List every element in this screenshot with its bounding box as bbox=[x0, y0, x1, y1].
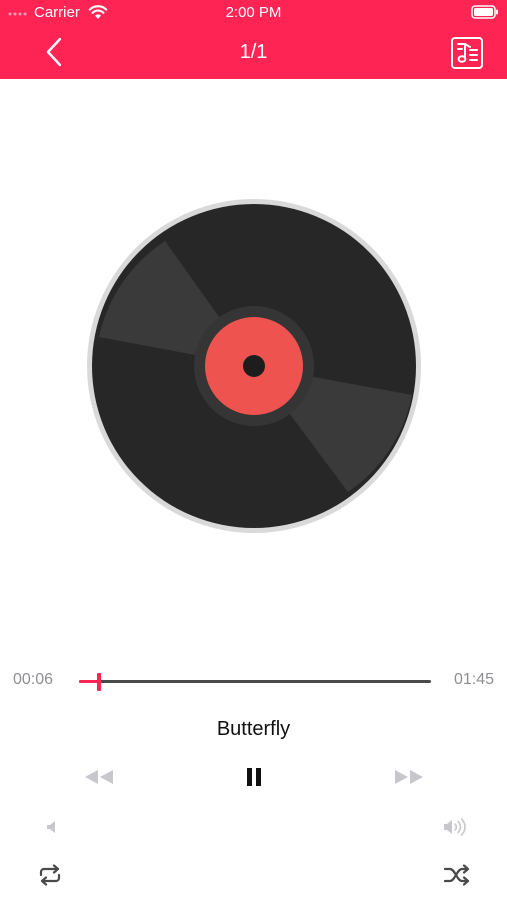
progress-fill bbox=[79, 680, 100, 683]
pause-icon bbox=[247, 768, 261, 786]
battery-icon bbox=[471, 5, 498, 19]
progress-thumb[interactable] bbox=[97, 673, 102, 691]
playlist-button[interactable] bbox=[449, 35, 485, 71]
vinyl-record-artwork bbox=[87, 199, 421, 533]
playback-progress: 00:06 01:45 bbox=[0, 665, 507, 697]
music-list-icon bbox=[451, 37, 483, 69]
song-title: Butterfly bbox=[216, 718, 291, 740]
volume-down-icon bbox=[47, 821, 55, 833]
repeat-button[interactable] bbox=[34, 860, 66, 890]
status-time: 2:00 PM bbox=[225, 4, 282, 21]
volume-up-button[interactable] bbox=[440, 813, 472, 841]
pause-button[interactable] bbox=[236, 762, 272, 792]
volume-down-button[interactable] bbox=[40, 813, 64, 841]
shuffle-button[interactable] bbox=[440, 860, 474, 890]
rewind-icon bbox=[85, 770, 113, 784]
fast-forward-icon bbox=[395, 770, 423, 784]
page-title: 1/1 bbox=[239, 41, 268, 63]
total-time: 01:45 bbox=[453, 671, 494, 688]
repeat-icon bbox=[39, 864, 61, 886]
music-player-screen: Carrier 2:00 PM 1/1 00:06 01:45 Butterfl… bbox=[0, 0, 507, 900]
status-bar: Carrier 2:00 PM bbox=[0, 0, 507, 26]
shuffle-icon bbox=[443, 864, 470, 886]
elapsed-time: 00:06 bbox=[13, 671, 54, 688]
previous-button[interactable] bbox=[80, 762, 118, 792]
progress-slider[interactable] bbox=[79, 673, 431, 691]
record-spindle-hole bbox=[243, 355, 265, 377]
volume-up-icon bbox=[444, 818, 466, 836]
navigation-bar: 1/1 bbox=[0, 26, 507, 79]
next-button[interactable] bbox=[390, 762, 428, 792]
header-bar: Carrier 2:00 PM 1/1 bbox=[0, 0, 507, 79]
